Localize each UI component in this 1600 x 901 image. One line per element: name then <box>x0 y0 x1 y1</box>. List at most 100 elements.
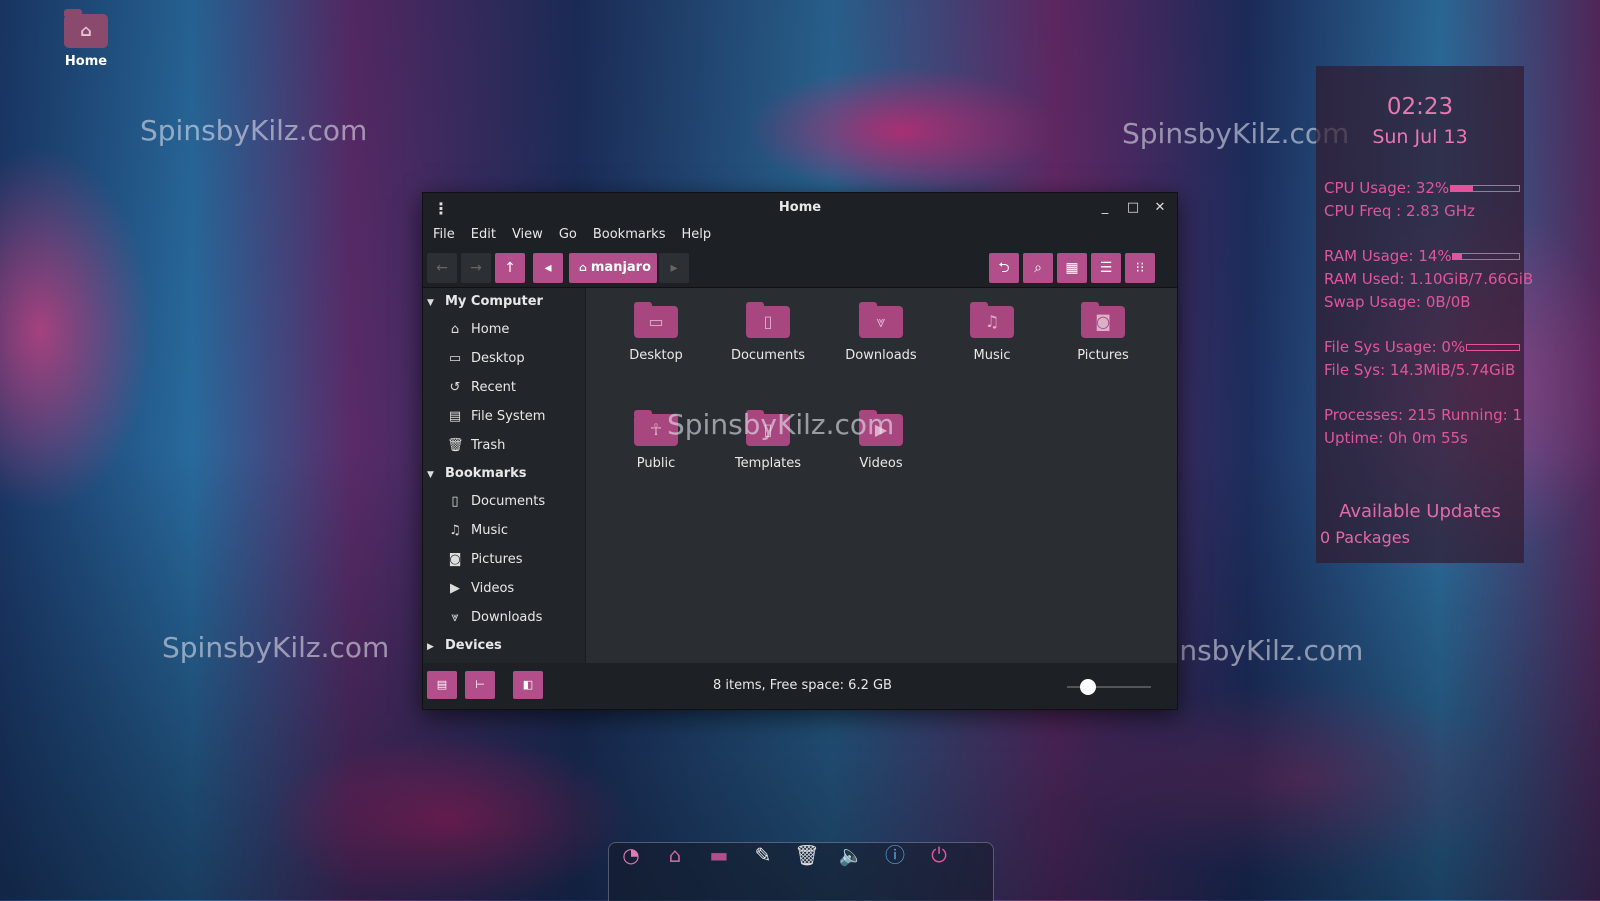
toggle-sidebar-button[interactable]: ◧ <box>513 671 543 699</box>
drive-icon: ▤ <box>448 409 462 424</box>
menu-go[interactable]: Go <box>553 223 583 247</box>
sidebar-item-label: Videos <box>471 581 515 596</box>
sidebar-item-label: Home <box>471 322 510 337</box>
folder-icon: ▬ <box>709 843 729 867</box>
dock-volume[interactable]: 🔈 <box>831 835 871 875</box>
file-label: Public <box>636 456 676 471</box>
dock-trash[interactable]: 🗑 <box>787 835 827 875</box>
arrow-left-icon: ← <box>436 260 448 276</box>
file-item-downloads[interactable]: ⩔ Downloads <box>831 302 931 363</box>
breadcrumb-label: manjaro <box>590 260 652 275</box>
file-label: Templates <box>734 456 802 471</box>
sidebar-section-devices[interactable]: ▶ Devices <box>423 632 585 659</box>
file-view: ▭ Desktop ▯ Documents ⩔ Downloads ♫ Musi… <box>586 288 1177 663</box>
pictures-folder-icon: ◙ <box>1081 302 1125 338</box>
search-button[interactable]: ⌕ <box>1023 253 1053 283</box>
menu-view[interactable]: View <box>506 223 549 247</box>
file-label: Downloads <box>845 348 917 363</box>
sidebar-item-desktop[interactable]: ▭ Desktop <box>423 344 585 373</box>
sidebar-item-label: Desktop <box>471 351 525 366</box>
menu-help[interactable]: Help <box>675 223 717 247</box>
arrow-right-icon: → <box>470 260 482 276</box>
zoom-slider-handle[interactable] <box>1080 679 1096 695</box>
sidebar-item-trash[interactable]: 🗑 Trash <box>423 431 585 460</box>
icon-view-button[interactable]: ▦ <box>1057 253 1087 283</box>
sidebar-item-documents[interactable]: ▯ Documents <box>423 487 585 516</box>
breadcrumb-manjaro[interactable]: ⌂ manjaro <box>569 253 657 283</box>
section-label: Devices <box>445 638 502 653</box>
file-item-documents[interactable]: ▯ Documents <box>718 302 818 363</box>
download-icon: ⩔ <box>451 610 459 625</box>
expand-down-icon: ▼ <box>427 470 434 480</box>
trash-icon: 🗑 <box>794 843 820 867</box>
title-bar[interactable]: ⋮ Home _ □ ✕ <box>423 193 1177 223</box>
file-item-music[interactable]: ♫ Music <box>942 302 1042 363</box>
breadcrumb-next-button[interactable]: ▸ <box>659 253 689 283</box>
menu-file[interactable]: File <box>427 223 461 247</box>
caret-left-icon: ◂ <box>544 260 552 276</box>
close-button[interactable]: ✕ <box>1150 198 1170 218</box>
home-icon: ⌂ <box>450 322 460 337</box>
cpu-usage-text: CPU Usage: 32% <box>1324 179 1450 197</box>
toggle-location-button[interactable]: ⮌ <box>989 253 1019 283</box>
file-item-pictures[interactable]: ◙ Pictures <box>1053 302 1153 363</box>
sidebar-item-music[interactable]: ♫ Music <box>423 516 585 545</box>
dock-file-manager[interactable]: ▬ <box>699 835 739 875</box>
ram-usage-bar <box>1452 253 1520 260</box>
music-icon: ♫ <box>449 523 461 538</box>
menu-edit[interactable]: Edit <box>465 223 502 247</box>
dock: ◔ ⌂ ▬ ✎ 🗑 🔈 ⓘ ⏻ <box>608 842 994 901</box>
dock-about[interactable]: ⓘ <box>875 835 915 875</box>
window-title: Home <box>778 200 822 215</box>
up-button[interactable]: ↑ <box>495 253 525 283</box>
sidebar-item-label: Downloads <box>471 610 543 625</box>
ram-used-text: RAM Used: 1.10GiB/7.66GiB <box>1324 270 1534 288</box>
sidebar-item-file-system[interactable]: ▤ File System <box>423 402 585 431</box>
desktop-home-icon[interactable]: ⌂ Home <box>58 9 114 69</box>
sidebar-item-pictures[interactable]: ◙ Pictures <box>423 545 585 574</box>
speaker-icon: 🔈 <box>838 843 864 867</box>
sidebar-icon: ◧ <box>522 678 534 691</box>
sidebar-item-home[interactable]: ⌂ Home <box>423 315 585 344</box>
tree-icon: ⊢ <box>475 678 485 691</box>
grid-icon: ▦ <box>1065 260 1079 276</box>
expand-down-icon: ▼ <box>427 298 434 308</box>
sidebar-section-bookmarks[interactable]: ▼ Bookmarks <box>423 460 585 487</box>
recent-icon: ↺ <box>449 380 461 395</box>
dock-menu-launcher[interactable]: ◔ <box>611 835 651 875</box>
clock-time: 02:23 <box>1386 94 1454 120</box>
minimize-button[interactable]: _ <box>1095 198 1115 218</box>
dock-text-editor[interactable]: ✎ <box>743 835 783 875</box>
home-folder-icon: ⌂ <box>64 9 108 48</box>
sidebar-item-recent[interactable]: ↺ Recent <box>423 373 585 402</box>
forward-button[interactable]: → <box>461 253 491 283</box>
watermark: SpinsbyKilz.com <box>140 114 368 147</box>
status-text: 8 items, Free space: 6.2 GB <box>713 678 892 693</box>
sidebar-item-videos[interactable]: ▶ Videos <box>423 574 585 603</box>
desktop-home-label: Home <box>64 54 108 69</box>
sidebar-item-downloads[interactable]: ⩔ Downloads <box>423 603 585 632</box>
home-icon: ⌂ <box>579 261 587 274</box>
list-view-button[interactable]: ☰ <box>1091 253 1121 283</box>
fs-usage-text: File Sys Usage: 0% <box>1324 338 1466 356</box>
file-item-desktop[interactable]: ▭ Desktop <box>606 302 706 363</box>
ram-usage-text: RAM Usage: 14% <box>1324 247 1452 265</box>
zoom-slider[interactable] <box>1067 679 1151 695</box>
maximize-button[interactable]: □ <box>1123 198 1143 218</box>
back-button[interactable]: ← <box>427 253 457 283</box>
sidebar-section-my-computer[interactable]: ▼ My Computer <box>423 288 585 315</box>
sidebar-item-label: File System <box>471 409 546 424</box>
breadcrumb-prev-button[interactable]: ◂ <box>533 253 563 283</box>
fs-text: File Sys: 14.3MiB/5.74GiB <box>1324 361 1516 379</box>
music-folder-icon: ♫ <box>970 302 1014 338</box>
dock-home[interactable]: ⌂ <box>655 835 695 875</box>
expand-right-icon: ▶ <box>427 642 434 652</box>
dock-power[interactable]: ⏻ <box>919 835 959 875</box>
document-icon: ▯ <box>451 494 459 509</box>
compact-view-button[interactable]: ⁝⁝ <box>1125 253 1155 283</box>
menu-bookmarks[interactable]: Bookmarks <box>587 223 672 247</box>
show-places-button[interactable]: ▤ <box>427 671 457 699</box>
manjaro-logo-icon: ◔ <box>622 843 640 867</box>
show-treeview-button[interactable]: ⊢ <box>465 671 495 699</box>
search-icon: ⌕ <box>1034 260 1042 276</box>
